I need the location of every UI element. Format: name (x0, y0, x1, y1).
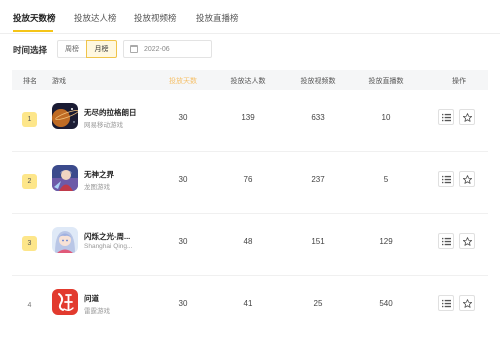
favorite-button[interactable] (459, 171, 475, 187)
favorite-button[interactable] (459, 295, 475, 311)
days-value: 30 (178, 299, 188, 308)
star-icon (462, 174, 472, 184)
header-days[interactable]: 投放天数 (169, 76, 197, 86)
header-actions: 操作 (452, 78, 466, 85)
tab-creators-ranking[interactable]: 投放达人榜 (74, 12, 117, 24)
favorite-button[interactable] (459, 109, 475, 125)
live-value: 10 (381, 113, 391, 122)
anime-girl-game-icon (52, 227, 78, 253)
star-icon (462, 298, 472, 308)
tab-live-ranking[interactable]: 投放直播榜 (196, 12, 239, 24)
month-picker-value: 2022-06 (144, 45, 170, 53)
live-value: 5 (383, 175, 389, 184)
rank-number: 4 (27, 302, 32, 309)
list-icon (441, 175, 451, 183)
videos-value: 25 (313, 299, 323, 308)
game-name[interactable]: 无尽的拉格朗日 (84, 107, 137, 118)
table-row[interactable]: 2 无神之界 龙图游戏 30 76 237 5 (12, 152, 488, 214)
creators-value: 139 (241, 113, 255, 122)
table-row[interactable]: 1 无尽的拉格朗日 网易移动游戏 30 139 633 10 (12, 90, 488, 152)
rank-badge: 3 (22, 236, 37, 251)
detail-list-button[interactable] (438, 109, 454, 125)
favorite-button[interactable] (459, 233, 475, 249)
live-value: 129 (379, 237, 393, 246)
header-rank: 排名 (23, 78, 37, 85)
ranking-tabs: 投放天数榜 投放达人榜 投放视频榜 投放直播榜 (0, 0, 500, 34)
creators-value: 41 (243, 299, 253, 308)
calendar-icon (130, 45, 138, 53)
active-tab-indicator (13, 30, 53, 32)
detail-list-button[interactable] (438, 295, 454, 311)
days-value: 30 (178, 113, 188, 122)
tab-days-ranking[interactable]: 投放天数榜 (13, 12, 56, 24)
header-creators[interactable]: 投放达人数 (231, 76, 266, 86)
star-icon (462, 112, 472, 122)
table-row[interactable]: 4 问道 雷霆游戏 30 41 25 540 (12, 276, 488, 337)
list-icon (441, 113, 451, 121)
game-publisher: 雷霆游戏 (84, 308, 110, 315)
list-icon (441, 299, 451, 307)
game-name[interactable]: 问道 (84, 293, 99, 304)
detail-list-button[interactable] (438, 171, 454, 187)
month-picker[interactable]: 2022-06 (123, 40, 212, 58)
weekly-toggle[interactable]: 周榜 (57, 40, 87, 58)
header-live[interactable]: 投放直播数 (369, 76, 404, 86)
game-publisher: 龙图游戏 (84, 184, 110, 191)
header-game: 游戏 (52, 78, 66, 85)
videos-value: 237 (311, 175, 325, 184)
tab-videos-ranking[interactable]: 投放视频榜 (134, 12, 177, 24)
table-header: 排名 游戏 投放天数 投放达人数 投放视频数 投放直播数 操作 (12, 70, 488, 90)
days-value: 30 (178, 237, 188, 246)
creators-value: 76 (243, 175, 253, 184)
game-publisher: Shanghai Qing... (84, 243, 133, 250)
star-icon (462, 236, 472, 246)
game-publisher: 网易移动游戏 (84, 122, 123, 129)
calligraphy-game-icon (52, 289, 78, 315)
creators-value: 48 (243, 237, 253, 246)
detail-list-button[interactable] (438, 233, 454, 249)
monthly-toggle[interactable]: 月榜 (86, 40, 117, 58)
game-name[interactable]: 闪烁之光-周... (84, 231, 130, 242)
game-name[interactable]: 无神之界 (84, 169, 114, 180)
rank-badge: 1 (22, 112, 37, 127)
videos-value: 633 (311, 113, 325, 122)
table-row[interactable]: 3 闪烁之光-周... Shanghai Qing... 30 48 151 1… (12, 214, 488, 276)
days-value: 30 (178, 175, 188, 184)
list-icon (441, 237, 451, 245)
videos-value: 151 (311, 237, 325, 246)
character-game-icon (52, 165, 78, 191)
time-filter-label: 时间选择 (13, 45, 48, 55)
live-value: 540 (379, 299, 393, 308)
rank-badge: 2 (22, 174, 37, 189)
space-game-icon (52, 103, 78, 129)
header-videos[interactable]: 投放视频数 (301, 76, 336, 86)
